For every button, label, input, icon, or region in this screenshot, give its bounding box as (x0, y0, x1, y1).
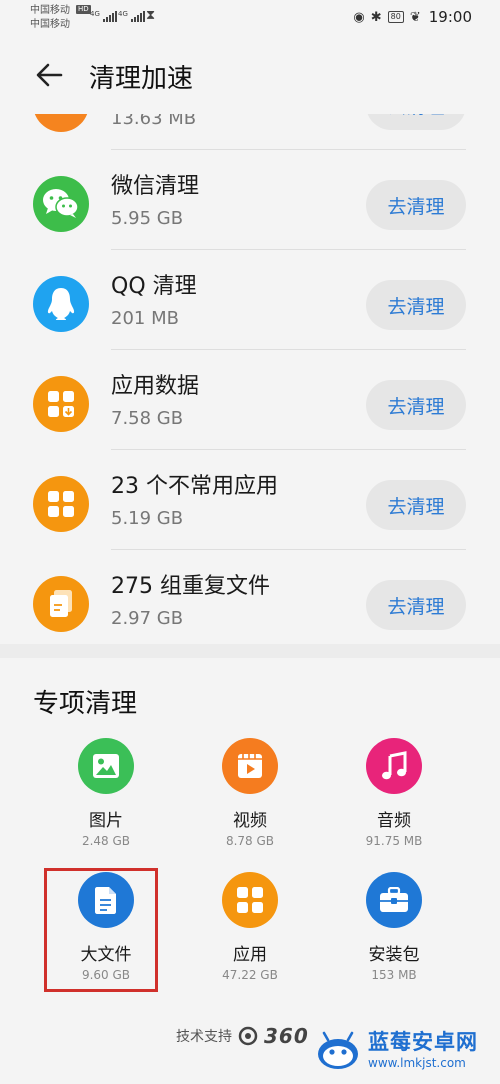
section-title: 专项清理 (33, 689, 138, 719)
category-name: 安装包 (368, 945, 420, 965)
category-size: 8.78 GB (225, 834, 275, 848)
app-bar: 清理加速 (0, 36, 500, 114)
wechat-icon (33, 176, 89, 232)
list-item-title: 应用数据 (111, 374, 200, 399)
partial-item-icon (33, 114, 89, 132)
list-item-size: 201 MB (111, 308, 179, 329)
watermark-url: www.lmkjst.com (368, 1056, 466, 1070)
category-name: 音频 (377, 811, 411, 831)
category-videos[interactable]: 视频 8.78 GB (190, 738, 310, 868)
category-name: 视频 (233, 811, 267, 831)
status-bar: 中国移动 HD 中国移动 4G 4G ⧗ ◉ ✱ 80 ❦ 19:00 (0, 0, 500, 36)
list-item-qq[interactable]: QQ 清理 201 MB 去清理 (0, 250, 500, 350)
category-audio[interactable]: 音频 91.75 MB (334, 738, 454, 868)
list-item-size: 5.19 GB (111, 508, 184, 529)
list-item-duplicate-files[interactable]: 275 组重复文件 2.97 GB 去清理 (0, 550, 500, 644)
list-item-wechat[interactable]: 微信清理 5.95 GB 去清理 (0, 150, 500, 250)
page-title: 清理加速 (89, 64, 194, 94)
list-item-unused-apps[interactable]: 23 个不常用应用 5.19 GB 去清理 (0, 450, 500, 550)
arrow-left-icon[interactable] (33, 58, 67, 92)
carrier-label-1: 中国移动 (30, 5, 70, 16)
list-item-title: 23 个不常用应用 (111, 474, 278, 499)
briefcase-icon (366, 872, 422, 928)
category-name: 图片 (89, 811, 123, 831)
android-mascot-icon (318, 1031, 358, 1069)
signal-strength-icon: 4G (90, 10, 117, 22)
list-item-size: 5.95 GB (111, 208, 184, 229)
category-install-packages[interactable]: 安装包 153 MB (334, 872, 454, 1002)
qq-penguin-icon (33, 276, 89, 332)
category-images[interactable]: 图片 2.48 GB (46, 738, 166, 868)
category-apps[interactable]: 应用 47.22 GB (190, 872, 310, 1002)
clean-button[interactable]: 去清理 (366, 280, 466, 330)
duplicate-files-icon (33, 576, 89, 632)
section-divider (0, 644, 500, 658)
list-item-size: 2.97 GB (111, 608, 184, 629)
list-item-title: QQ 清理 (111, 274, 197, 299)
cleanup-list: 13.63 MB 去清理 微信清理 5.95 GB 去清理 QQ 清理 201 … (0, 114, 500, 644)
footer: 技术支持 360 (176, 1024, 309, 1048)
list-item-size: 13.63 MB (111, 114, 197, 129)
360-logo-icon (238, 1026, 258, 1046)
list-item-partial[interactable]: 13.63 MB 去清理 (0, 114, 500, 150)
category-name: 应用 (233, 945, 267, 965)
highlight-box (44, 868, 158, 992)
music-note-icon (366, 738, 422, 794)
clean-button[interactable]: 去清理 (366, 580, 466, 630)
footer-logo: 360 (264, 1024, 309, 1048)
apps-grid-icon (33, 476, 89, 532)
list-item-app-data[interactable]: 应用数据 7.58 GB 去清理 (0, 350, 500, 450)
video-icon (222, 738, 278, 794)
list-item-size: 7.58 GB (111, 408, 184, 429)
eye-icon: ◉ (353, 9, 365, 25)
clean-button[interactable]: 去清理 (366, 114, 466, 130)
watermark-title: 蓝莓安卓网 (368, 1030, 478, 1054)
category-size: 91.75 MB (365, 834, 423, 848)
special-cleanup-section: 专项清理 图片 2.48 GB 视频 8.78 GB 音频 91.75 MB 大… (0, 658, 500, 1084)
battery-icon: 80 (387, 11, 404, 23)
category-size: 2.48 GB (81, 834, 131, 848)
list-item-title: 275 组重复文件 (111, 574, 270, 599)
hd-badge: HD (76, 5, 91, 14)
leaf-icon: ❦ (409, 9, 421, 25)
hourglass-icon: ⧗ (146, 8, 156, 23)
footer-text: 技术支持 (176, 1029, 232, 1045)
carrier-label-2: 中国移动 (30, 19, 70, 30)
clean-button[interactable]: 去清理 (366, 480, 466, 530)
apps-grid-icon (222, 872, 278, 928)
category-size: 153 MB (371, 968, 417, 982)
status-time: 19:00 (428, 8, 472, 26)
app-data-icon (33, 376, 89, 432)
clean-button[interactable]: 去清理 (366, 380, 466, 430)
bluetooth-icon: ✱ (370, 9, 382, 25)
watermark: 蓝莓安卓网 www.lmkjst.com (314, 1024, 478, 1072)
clean-button[interactable]: 去清理 (366, 180, 466, 230)
signal-strength-icon-2: 4G (118, 10, 145, 22)
category-size: 47.22 GB (222, 968, 278, 982)
image-icon (78, 738, 134, 794)
list-item-title: 微信清理 (111, 174, 200, 199)
